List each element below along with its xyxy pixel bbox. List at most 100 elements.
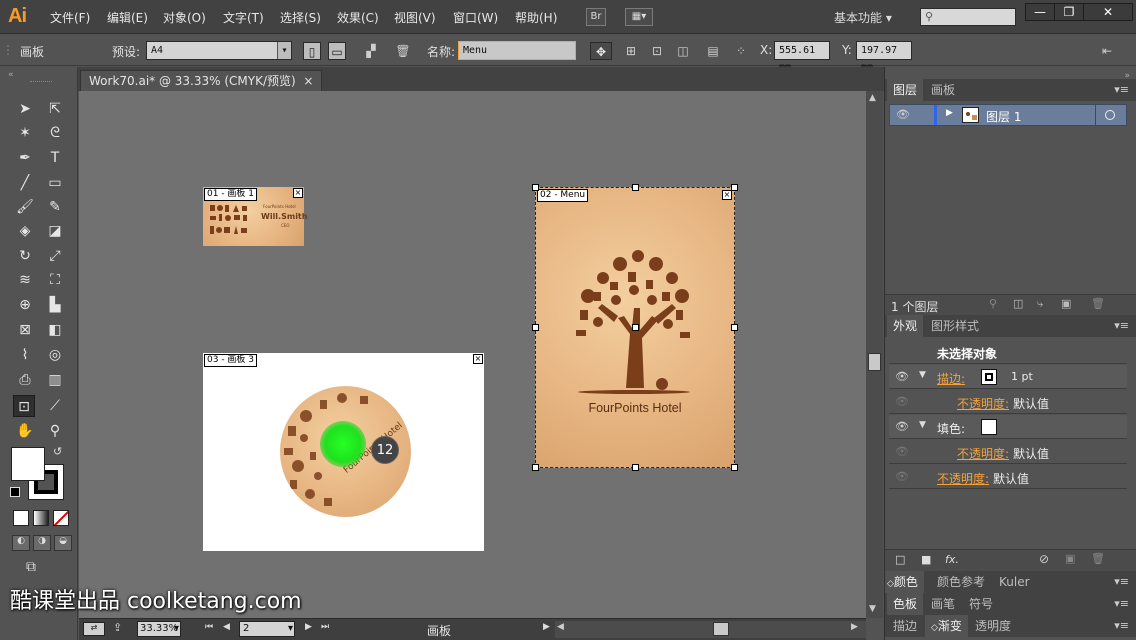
opacity-label[interactable]: 不透明度: xyxy=(957,445,1009,462)
menu-item[interactable]: 效果(C) xyxy=(337,9,379,26)
tab-color-guide[interactable]: 颜色参考 xyxy=(931,571,991,593)
none-mode-icon[interactable] xyxy=(53,510,69,526)
menu-item[interactable]: 选择(S) xyxy=(280,9,321,26)
artboard-options-icon[interactable]: ▤ xyxy=(704,42,722,60)
artboard-tool-icon[interactable]: ⊡ xyxy=(13,395,35,417)
pen-tool-icon[interactable]: ✒ xyxy=(14,147,36,169)
expand-triangle-icon[interactable]: ▼ xyxy=(919,370,926,380)
visibility-eye-icon[interactable]: 👁 xyxy=(895,370,909,383)
color-mode-icon[interactable] xyxy=(13,510,29,526)
first-artboard-icon[interactable]: ⏮ xyxy=(205,622,213,632)
expand-triangle-icon[interactable]: ▼ xyxy=(919,420,926,430)
visibility-eye-icon[interactable]: 👁 xyxy=(895,395,909,408)
hand-tool-icon[interactable]: ✋ xyxy=(14,420,36,442)
draw-normal-icon[interactable]: ◐ xyxy=(12,535,30,551)
screen-mode-icon[interactable]: ⧉ xyxy=(26,559,50,577)
artboard-menu[interactable]: FourPoints Hotel 02 - Menu × xyxy=(532,184,738,471)
x-position-input[interactable]: 555.61 mm xyxy=(774,41,830,73)
panel-menu-icon[interactable]: ▾≡ xyxy=(1114,319,1129,332)
cross-hairs-icon[interactable]: ⊡ xyxy=(648,42,666,60)
stroke-label[interactable]: 描边: xyxy=(937,370,965,387)
gradient-mode-icon[interactable] xyxy=(33,510,49,526)
menu-item[interactable]: 编辑(E) xyxy=(107,9,148,26)
bridge-button[interactable]: Br xyxy=(586,8,606,26)
panel-menu-icon[interactable]: ⇤ xyxy=(1098,42,1116,60)
stroke-weight[interactable]: 1 pt xyxy=(1011,370,1033,383)
tab-stroke[interactable]: 描边 xyxy=(887,615,923,637)
rotate-tool-icon[interactable]: ↻ xyxy=(14,245,36,267)
clear-appearance-icon[interactable]: ⊘ xyxy=(1039,552,1049,566)
close-icon[interactable]: × xyxy=(303,74,313,88)
layer-name[interactable]: 图层 1 xyxy=(986,108,1021,125)
menu-item[interactable]: 文件(F) xyxy=(50,9,90,26)
menu-item[interactable]: 帮助(H) xyxy=(515,9,557,26)
resize-handle[interactable] xyxy=(632,464,639,471)
zoom-icon[interactable]: ⇄ xyxy=(83,622,105,636)
tab-layers[interactable]: 图层 xyxy=(887,79,924,101)
previous-artboard-icon[interactable]: ◀ xyxy=(223,622,230,632)
close-icon[interactable]: × xyxy=(293,188,303,198)
blob-brush-tool-icon[interactable]: ◈ xyxy=(14,220,36,242)
tab-symbols[interactable]: 符号 xyxy=(963,593,999,615)
rectangle-tool-icon[interactable]: ▭ xyxy=(44,172,66,194)
scroll-thumb[interactable] xyxy=(868,353,881,371)
center-mark-icon[interactable]: ⊞ xyxy=(622,42,640,60)
layer-target[interactable] xyxy=(1095,105,1128,125)
paintbrush-tool-icon[interactable]: 🖌 xyxy=(14,196,36,218)
appearance-opacity-row[interactable]: 👁 不透明度: 默认值 xyxy=(889,465,1127,489)
restore-button[interactable]: ❐ xyxy=(1054,3,1084,21)
mesh-tool-icon[interactable]: ⊠ xyxy=(14,319,36,341)
tab-brushes[interactable]: 画笔 xyxy=(925,593,961,615)
move-with-artboard-icon[interactable]: ✥ xyxy=(590,42,612,60)
layer-row[interactable]: 👁 ▶ 图层 1 xyxy=(889,104,1127,126)
menu-item[interactable]: 视图(V) xyxy=(394,9,436,26)
next-artboard-icon[interactable]: ▶ xyxy=(305,622,312,632)
warp-tool-icon[interactable]: ≋ xyxy=(14,269,36,291)
duplicate-item-icon[interactable]: ▣ xyxy=(1065,552,1075,565)
shape-builder-tool-icon[interactable]: ⊕ xyxy=(14,294,36,316)
status-menu-icon[interactable]: ▶ xyxy=(543,622,550,632)
y-position-input[interactable]: 197.97 mm xyxy=(856,41,912,73)
resize-handle[interactable] xyxy=(731,184,738,191)
pencil-tool-icon[interactable]: ✎ xyxy=(44,196,66,218)
blend-tool-icon[interactable]: ◎ xyxy=(44,344,66,366)
opacity-label[interactable]: 不透明度: xyxy=(957,395,1009,412)
scroll-down-icon[interactable]: ▼ xyxy=(869,604,876,614)
artboard-3[interactable]: FourPoints Hotel 12 03 - 画板 3 × xyxy=(203,353,484,551)
visibility-eye-icon[interactable]: 👁 xyxy=(895,445,909,458)
horizontal-scrollbar[interactable]: ◀ ▶ xyxy=(555,621,866,638)
add-stroke-icon[interactable]: □ xyxy=(895,553,905,566)
fill-swatch[interactable] xyxy=(981,419,997,435)
panel-menu-icon[interactable]: ▾≡ xyxy=(1114,575,1129,588)
eyedropper-tool-icon[interactable]: ⌇ xyxy=(14,344,36,366)
menu-item[interactable]: 对象(O) xyxy=(163,9,206,26)
selection-tool-icon[interactable]: ➤ xyxy=(14,98,36,120)
help-search-input[interactable]: ⚲ xyxy=(920,8,1016,26)
slice-tool-icon[interactable]: ⟋ xyxy=(44,395,66,417)
resize-handle[interactable] xyxy=(731,464,738,471)
make-clipping-mask-icon[interactable]: ◫ xyxy=(1013,297,1023,310)
video-safe-area-icon[interactable]: ◫ xyxy=(674,42,692,60)
appearance-fill-opacity-row[interactable]: 👁 不透明度: 默认值 xyxy=(889,440,1127,464)
add-fill-icon[interactable]: ■ xyxy=(921,553,931,566)
new-artboard-icon[interactable]: ▞ xyxy=(362,42,380,60)
symbol-sprayer-tool-icon[interactable]: ⎙ xyxy=(14,369,36,391)
visibility-eye-icon[interactable]: 👁 xyxy=(895,470,909,483)
tab-kuler[interactable]: Kuler xyxy=(993,571,1036,593)
locate-object-icon[interactable]: ⚲ xyxy=(989,297,997,310)
scroll-left-icon[interactable]: ◀ xyxy=(557,622,564,632)
landscape-orientation-icon[interactable]: ▭ xyxy=(328,42,346,60)
resize-handle[interactable] xyxy=(632,184,639,191)
scale-tool-icon[interactable]: ⤢ xyxy=(44,245,66,267)
close-icon[interactable]: × xyxy=(473,354,483,364)
close-icon[interactable]: × xyxy=(722,190,732,200)
lasso-tool-icon[interactable]: ᘓ xyxy=(44,122,66,144)
canvas-area[interactable]: FourPoints Hotel Will.Smith CEO 01 - 画板 … xyxy=(79,91,866,618)
add-effect-icon[interactable]: fx. xyxy=(945,553,959,566)
tab-gradient[interactable]: ◇渐变 xyxy=(925,615,968,637)
tab-appearance[interactable]: 外观 xyxy=(887,315,924,337)
minimize-button[interactable]: — xyxy=(1025,3,1055,21)
expand-triangle-icon[interactable]: ▶ xyxy=(946,108,953,118)
scroll-thumb[interactable] xyxy=(713,622,729,636)
gradient-tool-icon[interactable]: ◧ xyxy=(44,319,66,341)
